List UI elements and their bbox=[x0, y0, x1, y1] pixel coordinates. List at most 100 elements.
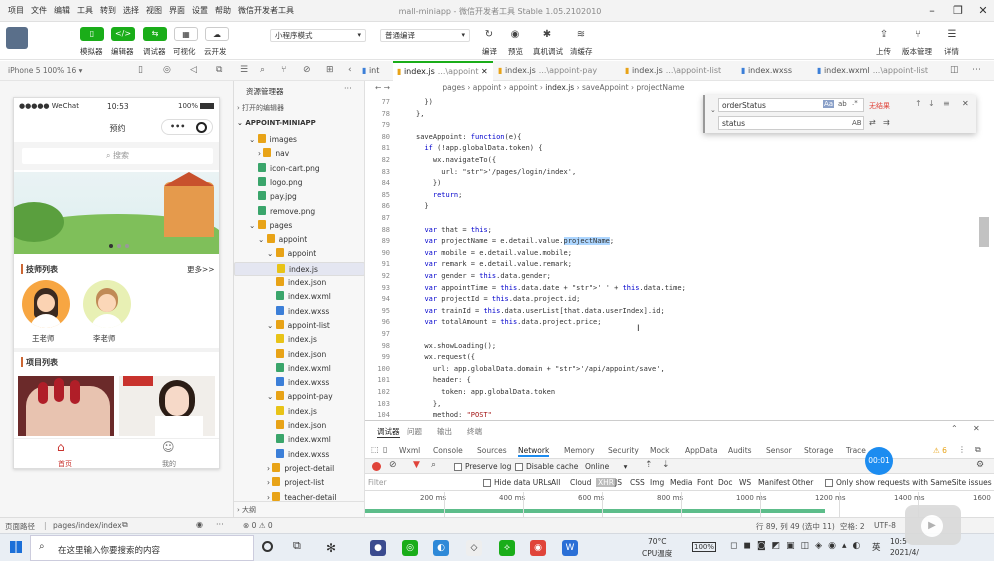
code-line[interactable]: url: "str">'/pages/login/index', bbox=[416, 168, 576, 176]
close-icon[interactable]: ✕ bbox=[975, 3, 991, 19]
eye-icon[interactable]: ◉ bbox=[196, 520, 203, 529]
code-line[interactable]: url: app.globalData.domain + "str">'/api… bbox=[416, 365, 665, 373]
code-line[interactable]: if (!app.globalData.token) { bbox=[416, 144, 542, 152]
tree-item[interactable]: index.wxml bbox=[234, 362, 364, 376]
editor-toggle-icon[interactable]: </> bbox=[111, 27, 135, 41]
tree-item[interactable]: index.js bbox=[234, 261, 364, 276]
project-image[interactable] bbox=[18, 376, 114, 436]
code-line[interactable]: wx.request({ bbox=[416, 353, 475, 361]
type-filter[interactable]: WS bbox=[739, 478, 751, 487]
upload-icon[interactable]: ⇪ bbox=[877, 28, 891, 42]
bug-icon[interactable]: ✱ bbox=[540, 28, 554, 42]
devtools-tab[interactable]: AppData bbox=[685, 446, 718, 455]
tree-item[interactable]: ⌄ appoint bbox=[234, 247, 364, 261]
tree-item[interactable]: › nav bbox=[234, 147, 364, 161]
copy-icon[interactable]: ⧉ bbox=[122, 520, 128, 530]
code-line[interactable]: }, bbox=[416, 400, 441, 408]
code-line[interactable]: var remark = e.detail.value.remark; bbox=[416, 260, 572, 268]
clock-date[interactable]: 2021/4/ bbox=[890, 548, 919, 557]
clear-icon[interactable]: ⊘ bbox=[389, 460, 397, 470]
chevron-icon[interactable]: ⌄ bbox=[267, 321, 276, 330]
app-icon[interactable]: ● bbox=[370, 540, 386, 556]
devtools-tab[interactable]: Security bbox=[608, 446, 639, 455]
replace-input[interactable]: status bbox=[718, 116, 864, 130]
tree-item[interactable]: index.js bbox=[234, 333, 364, 347]
encoding[interactable]: UTF-8 bbox=[874, 521, 896, 530]
editor-tab[interactable]: ▮ int bbox=[358, 61, 388, 81]
compile-select[interactable]: 普通编译 ▾ bbox=[380, 29, 470, 42]
devtools-tab[interactable]: Console bbox=[433, 446, 463, 455]
carousel-dot[interactable] bbox=[109, 244, 113, 248]
type-filter[interactable]: Media bbox=[670, 478, 693, 487]
filter-input[interactable]: Filter bbox=[368, 476, 468, 489]
prev-match-icon[interactable]: ↑ bbox=[915, 99, 922, 108]
editor-tab[interactable]: ▮ index.js ...\appoint ✕ bbox=[393, 61, 493, 81]
tree-item[interactable]: remove.png bbox=[234, 205, 364, 219]
menu-item[interactable]: 界面 bbox=[169, 5, 185, 16]
devtools-tab[interactable]: Audits bbox=[728, 446, 752, 455]
devtools-tab[interactable]: Storage bbox=[804, 446, 833, 455]
close-tab-icon[interactable]: ✕ bbox=[479, 67, 488, 76]
timer-badge[interactable]: 00:01 bbox=[865, 447, 893, 475]
code-line[interactable]: } bbox=[416, 202, 428, 210]
settings-icon[interactable]: ⋮ bbox=[958, 445, 966, 454]
devtools-tab[interactable]: Memory bbox=[564, 446, 595, 455]
volume-icon[interactable]: ◁ bbox=[190, 65, 197, 75]
breadcrumb-item[interactable]: saveAppoint bbox=[582, 83, 629, 92]
mode-select[interactable]: 小程序模式 ▾ bbox=[270, 29, 366, 42]
editor-tab[interactable]: ▮ index.js ...\appoint-pay bbox=[494, 61, 614, 81]
back-icon[interactable]: ← → bbox=[375, 83, 392, 92]
split-icon[interactable]: ◫ bbox=[950, 65, 959, 75]
record-icon[interactable] bbox=[372, 462, 381, 471]
layers-icon[interactable]: ≋ bbox=[574, 28, 588, 42]
import-icon[interactable]: ⇡ bbox=[645, 460, 653, 470]
popout-icon[interactable]: ⧉ bbox=[216, 65, 222, 75]
tree-item[interactable]: ⌄ appoint-pay bbox=[234, 390, 364, 404]
branch-icon[interactable]: ⑂ bbox=[281, 65, 286, 75]
gear-icon[interactable]: ⚙ bbox=[976, 460, 984, 470]
scrollbar-thumb[interactable] bbox=[979, 217, 989, 247]
chevron-icon[interactable]: ⌄ bbox=[249, 135, 258, 144]
carousel-dot[interactable] bbox=[117, 244, 121, 248]
breadcrumb-item[interactable]: pages bbox=[442, 83, 465, 92]
simulator-toggle-icon[interactable]: ▯ bbox=[80, 27, 104, 41]
carousel-dot[interactable] bbox=[125, 244, 129, 248]
taskbar-search[interactable]: ⌕ 在这里输入你要搜索的内容 bbox=[30, 535, 254, 561]
wechat-icon[interactable]: ◎ bbox=[402, 540, 418, 556]
tree-item[interactable]: index.json bbox=[234, 276, 364, 290]
tree-item[interactable]: › project-detail bbox=[234, 462, 364, 476]
teacher-avatar[interactable] bbox=[83, 280, 131, 328]
fan-icon[interactable]: ✻ bbox=[323, 540, 339, 556]
editor-tab[interactable]: ▮ index.js ...\appoint-list bbox=[621, 61, 731, 81]
project-section[interactable]: ⌄ APPOINT-MINIAPP bbox=[237, 119, 316, 127]
tree-item[interactable]: index.json bbox=[234, 348, 364, 362]
menu-item[interactable]: 选择 bbox=[123, 5, 139, 16]
code-line[interactable]: }, bbox=[416, 110, 424, 118]
breadcrumb-item[interactable]: appoint bbox=[509, 83, 537, 92]
avatar[interactable] bbox=[6, 27, 28, 49]
tree-item[interactable]: ⌄ images bbox=[234, 133, 364, 147]
type-filter[interactable]: All bbox=[551, 478, 560, 487]
close-find-icon[interactable]: ✕ bbox=[962, 99, 969, 108]
record-icon[interactable]: ◎ bbox=[163, 65, 171, 75]
export-icon[interactable]: ⇣ bbox=[662, 460, 670, 470]
minimize-icon[interactable]: – bbox=[924, 3, 940, 19]
tree-item[interactable]: ⌄ appoint-list bbox=[234, 319, 364, 333]
more-icon[interactable]: ··· bbox=[344, 84, 352, 93]
maximize-icon[interactable]: ❐ bbox=[950, 3, 966, 19]
menu-item[interactable]: 工具 bbox=[77, 5, 93, 16]
video-player-overlay[interactable]: ▶ bbox=[905, 505, 961, 545]
menu-item[interactable]: 微信开发者工具 bbox=[238, 5, 294, 16]
devtools-top-tab[interactable]: 终端 bbox=[467, 426, 482, 437]
app-icon[interactable]: ◐ bbox=[433, 540, 449, 556]
tree-item[interactable]: index.wxml bbox=[234, 433, 364, 447]
tree-item[interactable]: index.wxss bbox=[234, 376, 364, 390]
eye-icon[interactable]: ◉ bbox=[508, 28, 522, 42]
back-icon[interactable]: ‹ bbox=[348, 65, 352, 75]
type-filter[interactable]: Img bbox=[650, 478, 664, 487]
code-line[interactable]: var appointTime = this.data.date + "str"… bbox=[416, 284, 685, 292]
tree-item[interactable]: pay.jpg bbox=[234, 190, 364, 204]
project-image[interactable] bbox=[119, 376, 215, 436]
tree-item[interactable]: index.js bbox=[234, 405, 364, 419]
dock-icon[interactable]: ⧉ bbox=[975, 445, 981, 455]
